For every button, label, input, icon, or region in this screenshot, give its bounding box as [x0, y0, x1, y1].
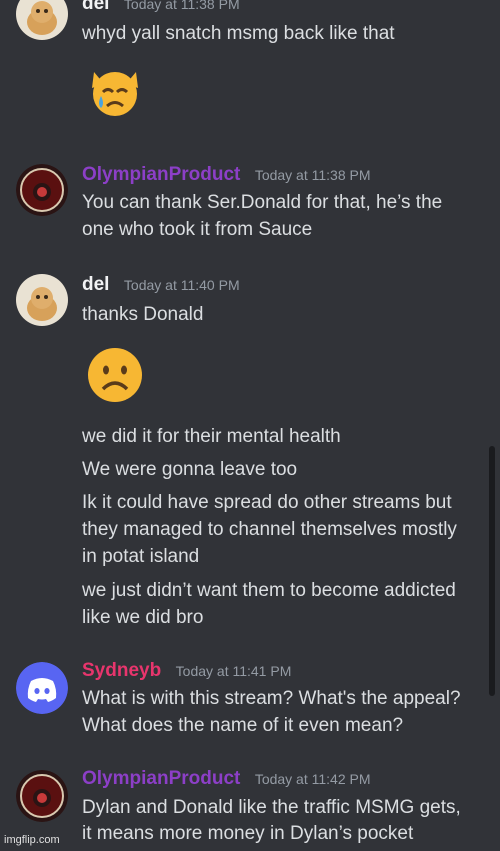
message-text: We were gonna leave too [82, 459, 298, 480]
message-text: Dylan and Donald like the traffic MSMG g… [82, 797, 461, 818]
message-text: Ik it could have spread do other streams… [82, 492, 452, 513]
message-header: Sydneyb Today at 11:41 PM [82, 660, 291, 682]
message-header: del Today at 11:38 PM [82, 0, 240, 15]
avatar[interactable] [16, 662, 68, 714]
avatar[interactable] [16, 770, 68, 822]
timestamp: Today at 11:40 PM [123, 277, 240, 293]
author-name[interactable]: Sydneyb [82, 660, 161, 681]
crying-cat-face-emoji [92, 72, 138, 116]
author-name[interactable]: del [82, 0, 109, 14]
author-name[interactable]: del [82, 274, 109, 295]
olympian-logo-icon [16, 770, 68, 822]
olympian-logo-icon [16, 164, 68, 216]
message-text: one who took it from Sauce [82, 219, 313, 240]
timestamp: Today at 11:38 PM [123, 0, 240, 12]
avatar[interactable] [16, 164, 68, 216]
message-text: we did it for their mental health [82, 426, 341, 447]
message-text: in potat island [82, 546, 200, 567]
scrollbar-thumb[interactable] [489, 446, 495, 696]
message-text: they managed to channel themselves mostl… [82, 519, 457, 540]
message-header: OlympianProduct Today at 11:38 PM [82, 164, 371, 186]
discord-logo-icon [16, 662, 68, 714]
message-text: What does the name of it even mean? [82, 715, 404, 736]
cat-avatar-icon [16, 0, 68, 40]
message-header: del Today at 11:40 PM [82, 274, 240, 296]
message-text: like we did bro [82, 607, 204, 628]
message-text: What is with this stream? What's the app… [82, 688, 461, 709]
cat-avatar-icon [16, 274, 68, 326]
message-text: You can thank Ser.Donald for that, he’s … [82, 192, 443, 213]
message-text: it means more money in Dylan’s pocket [82, 823, 414, 844]
avatar[interactable] [16, 274, 68, 326]
frowning-face-emoji [88, 348, 142, 402]
message-text: we just didn’t want them to become addic… [82, 580, 456, 601]
avatar[interactable] [16, 0, 68, 40]
message-header: OlympianProduct Today at 11:42 PM [82, 768, 371, 790]
author-name[interactable]: OlympianProduct [82, 768, 240, 789]
message-text: thanks Donald [82, 304, 204, 325]
timestamp: Today at 11:38 PM [254, 167, 371, 183]
timestamp: Today at 11:41 PM [175, 663, 292, 679]
author-name[interactable]: OlympianProduct [82, 164, 240, 185]
message-text: whyd yall snatch msmg back like that [82, 23, 395, 44]
timestamp: Today at 11:42 PM [254, 771, 371, 787]
watermark: imgflip.com [4, 834, 60, 846]
